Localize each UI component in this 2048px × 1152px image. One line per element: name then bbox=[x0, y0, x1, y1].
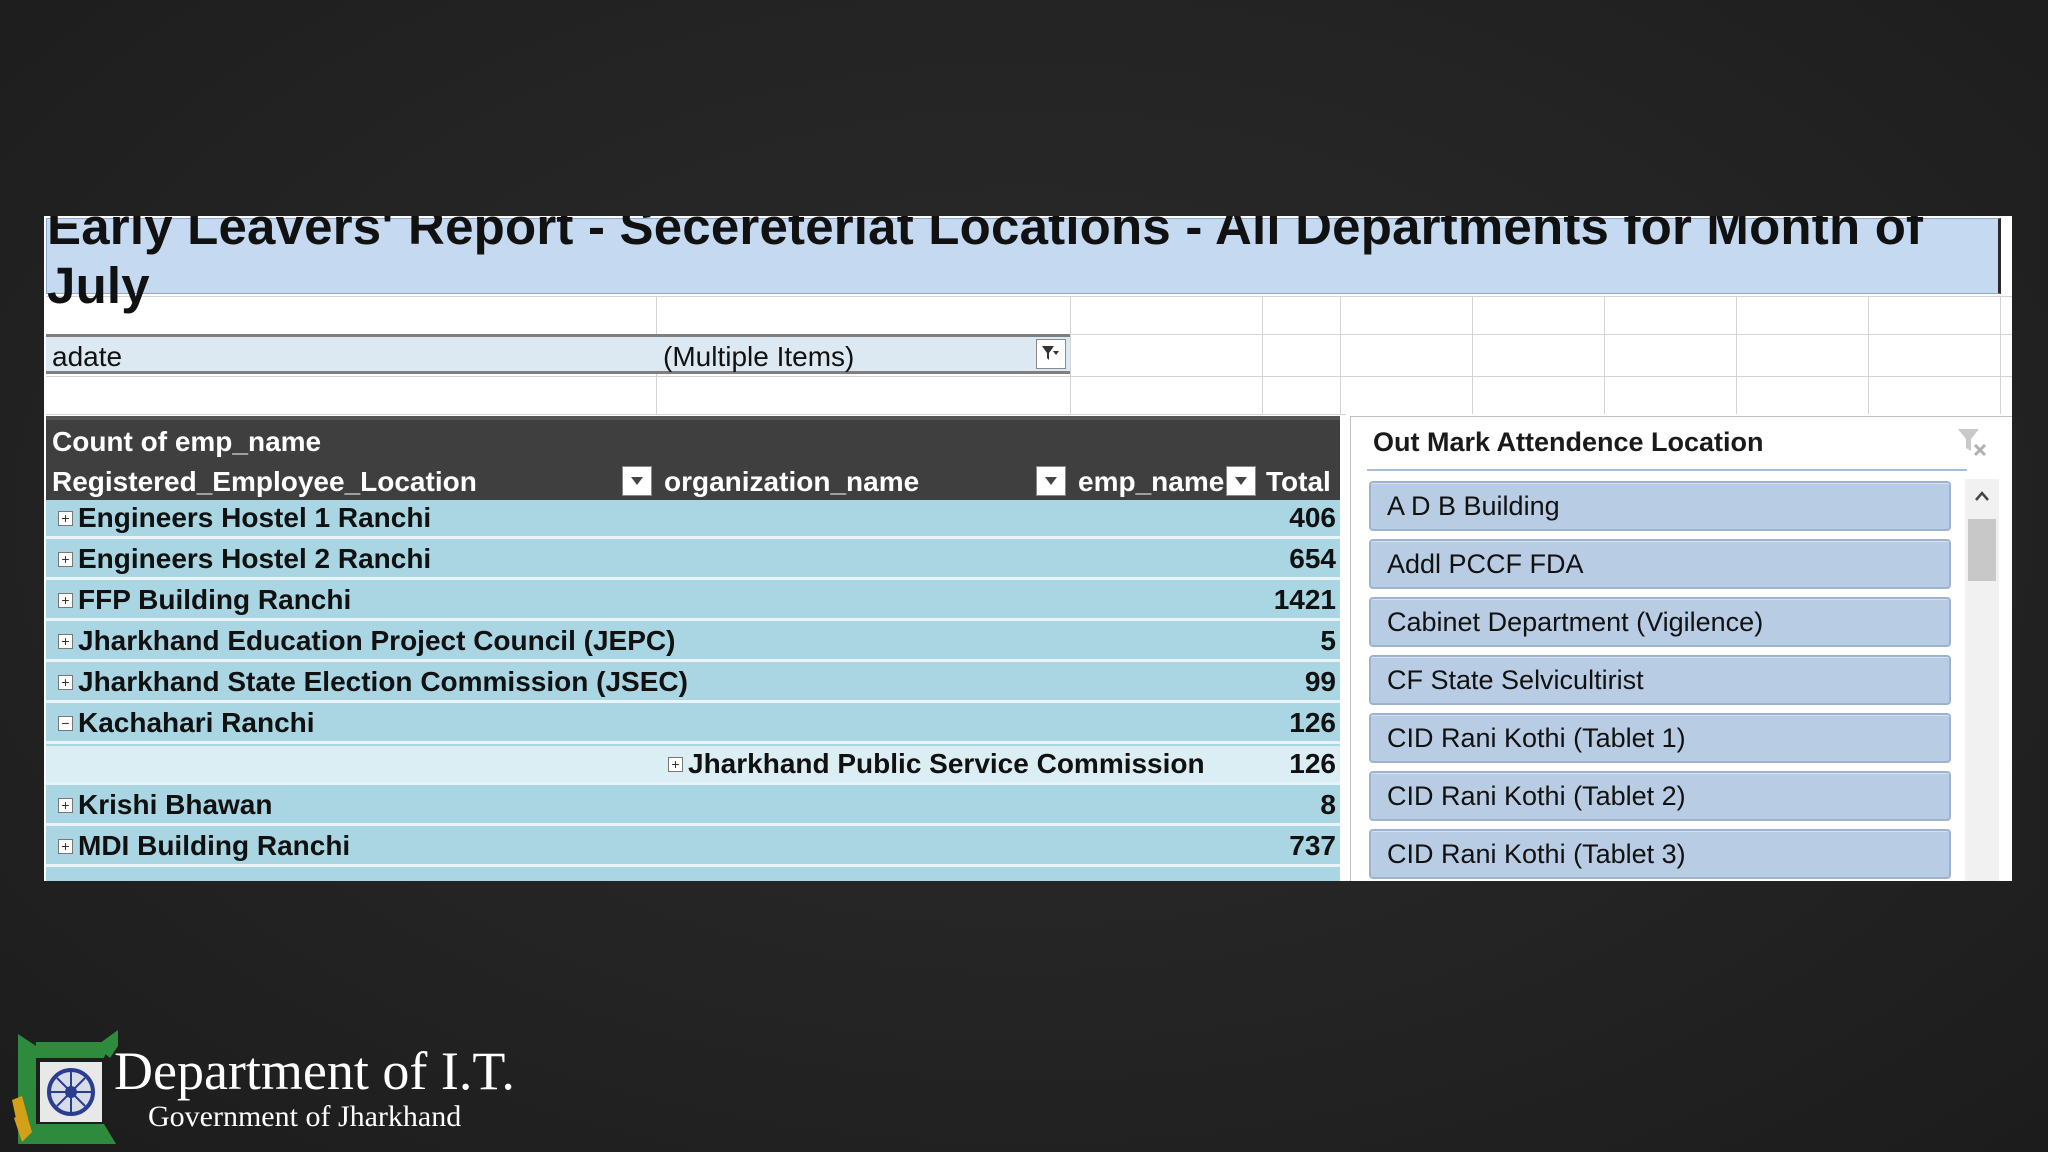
pivot-row[interactable]: + Krishi Bhawan 8 bbox=[46, 787, 1340, 826]
row-label: Engineers Hostel 1 Ranchi bbox=[78, 502, 432, 533]
row-label: MDI Building Ranchi bbox=[78, 830, 351, 861]
scroll-thumb[interactable] bbox=[1968, 519, 1996, 581]
row-total: 126 bbox=[1289, 707, 1336, 738]
department-name: Department of I.T. bbox=[114, 1041, 515, 1101]
expand-icon[interactable]: + bbox=[58, 511, 73, 526]
report-title-bar: Early Leavers' Report - Secereteriat Loc… bbox=[46, 216, 2001, 314]
slicer-title: Out Mark Attendence Location bbox=[1373, 427, 1764, 457]
gridline bbox=[2000, 296, 2001, 414]
jharkhand-emblem-logo bbox=[12, 1030, 118, 1144]
expand-icon[interactable]: + bbox=[58, 593, 73, 608]
chevron-up-icon bbox=[1975, 491, 1989, 501]
location-filter-button[interactable] bbox=[622, 466, 652, 496]
spreadsheet: Early Leavers' Report - Secereteriat Loc… bbox=[44, 216, 2012, 881]
clear-filter-icon[interactable] bbox=[1955, 425, 1989, 459]
report-title: Early Leavers' Report - Secereteriat Loc… bbox=[47, 216, 1924, 314]
column-header-location: Registered_Employee_Location bbox=[52, 466, 477, 497]
collapse-icon[interactable]: − bbox=[58, 716, 73, 731]
row-total: 8 bbox=[1320, 789, 1336, 820]
row-total: 406 bbox=[1289, 502, 1336, 533]
row-label: Krishi Bhawan bbox=[78, 789, 273, 820]
location-slicer: Out Mark Attendence Location A D B Build… bbox=[1350, 416, 2012, 881]
pivot-row[interactable]: + MDI Building Ranchi 737 bbox=[46, 828, 1340, 867]
row-total: 737 bbox=[1289, 830, 1336, 861]
slicer-item[interactable]: A D B Building bbox=[1369, 481, 1951, 531]
row-total: 99 bbox=[1304, 666, 1336, 697]
row-total: 1421 bbox=[1273, 584, 1336, 615]
slicer-item[interactable]: CID Rani Kothi (Tablet 2) bbox=[1369, 771, 1951, 821]
chevron-down-icon bbox=[1235, 477, 1247, 485]
row-label: Engineers Hostel 2 Ranchi bbox=[78, 543, 432, 574]
row-total: 126 bbox=[1289, 748, 1336, 779]
slicer-item[interactable]: Cabinet Department (Vigilence) bbox=[1369, 597, 1951, 647]
gridline bbox=[46, 414, 1346, 415]
slicer-divider bbox=[1367, 469, 1967, 471]
row-label: Kachahari Ranchi bbox=[78, 707, 315, 738]
filter-field-value: (Multiple Items) bbox=[663, 341, 855, 372]
pivot-row[interactable]: + FFP Building Ranchi 1421 bbox=[46, 582, 1340, 621]
column-header-organization: organization_name bbox=[664, 466, 920, 497]
expand-icon[interactable]: + bbox=[58, 634, 73, 649]
chevron-down-icon bbox=[631, 477, 643, 485]
slicer-scrollbar[interactable] bbox=[1965, 479, 1999, 881]
gridline bbox=[46, 376, 2012, 377]
pivot-row[interactable]: + Jharkhand Education Project Council (J… bbox=[46, 623, 1340, 662]
scroll-up-button[interactable] bbox=[1965, 479, 1999, 513]
expand-icon[interactable]: + bbox=[58, 552, 73, 567]
column-header-total: Total bbox=[1266, 466, 1331, 497]
expand-icon[interactable]: + bbox=[58, 798, 73, 813]
pivot-value-field: Count of emp_name bbox=[52, 426, 322, 457]
slicer-item[interactable]: CID Rani Kothi (Tablet 1) bbox=[1369, 713, 1951, 763]
row-total: 654 bbox=[1289, 543, 1336, 574]
government-name: Government of Jharkhand bbox=[148, 1100, 462, 1133]
filter-funnel-icon bbox=[1042, 346, 1059, 360]
pivot-row[interactable]: + Jharkhand State Election Commission (J… bbox=[46, 664, 1340, 703]
row-total: 5 bbox=[1320, 625, 1336, 656]
filter-dropdown-button[interactable] bbox=[1036, 339, 1066, 369]
pivot-filter-row: adate (Multiple Items) bbox=[46, 334, 1070, 374]
slicer-item[interactable]: Addl PCCF FDA bbox=[1369, 539, 1951, 589]
expand-icon[interactable]: + bbox=[58, 839, 73, 854]
row-label: FFP Building Ranchi bbox=[78, 584, 352, 615]
row-label: Jharkhand Education Project Council (JEP… bbox=[78, 625, 676, 656]
emp-name-filter-button[interactable] bbox=[1226, 466, 1256, 496]
pivot-header: Count of emp_name Registered_Employee_Lo… bbox=[46, 416, 1340, 500]
pivot-row[interactable]: − Kachahari Ranchi 126 bbox=[46, 705, 1340, 744]
slicer-item[interactable]: CID Rani Kothi (Tablet 3) bbox=[1369, 829, 1951, 879]
row-label: Jharkhand Public Service Commission bbox=[688, 748, 1205, 779]
organization-filter-button[interactable] bbox=[1036, 466, 1066, 496]
expand-icon[interactable]: + bbox=[668, 757, 683, 772]
pivot-subrow[interactable]: + Jharkhand Public Service Commission 12… bbox=[46, 746, 1340, 785]
chevron-down-icon bbox=[1045, 477, 1057, 485]
row-label: Jharkhand State Election Commission (JSE… bbox=[78, 666, 688, 697]
pivot-row[interactable]: + Engineers Hostel 2 Ranchi 654 bbox=[46, 541, 1340, 580]
filter-field-label: adate bbox=[52, 341, 123, 372]
pivot-row[interactable]: + Engineers Hostel 1 Ranchi 406 bbox=[46, 500, 1340, 539]
column-header-emp-name: emp_name bbox=[1078, 466, 1225, 497]
slicer-item[interactable]: CF State Selvicultirist bbox=[1369, 655, 1951, 705]
pivot-table: Count of emp_name Registered_Employee_Lo… bbox=[46, 416, 1340, 881]
expand-icon[interactable]: + bbox=[58, 675, 73, 690]
